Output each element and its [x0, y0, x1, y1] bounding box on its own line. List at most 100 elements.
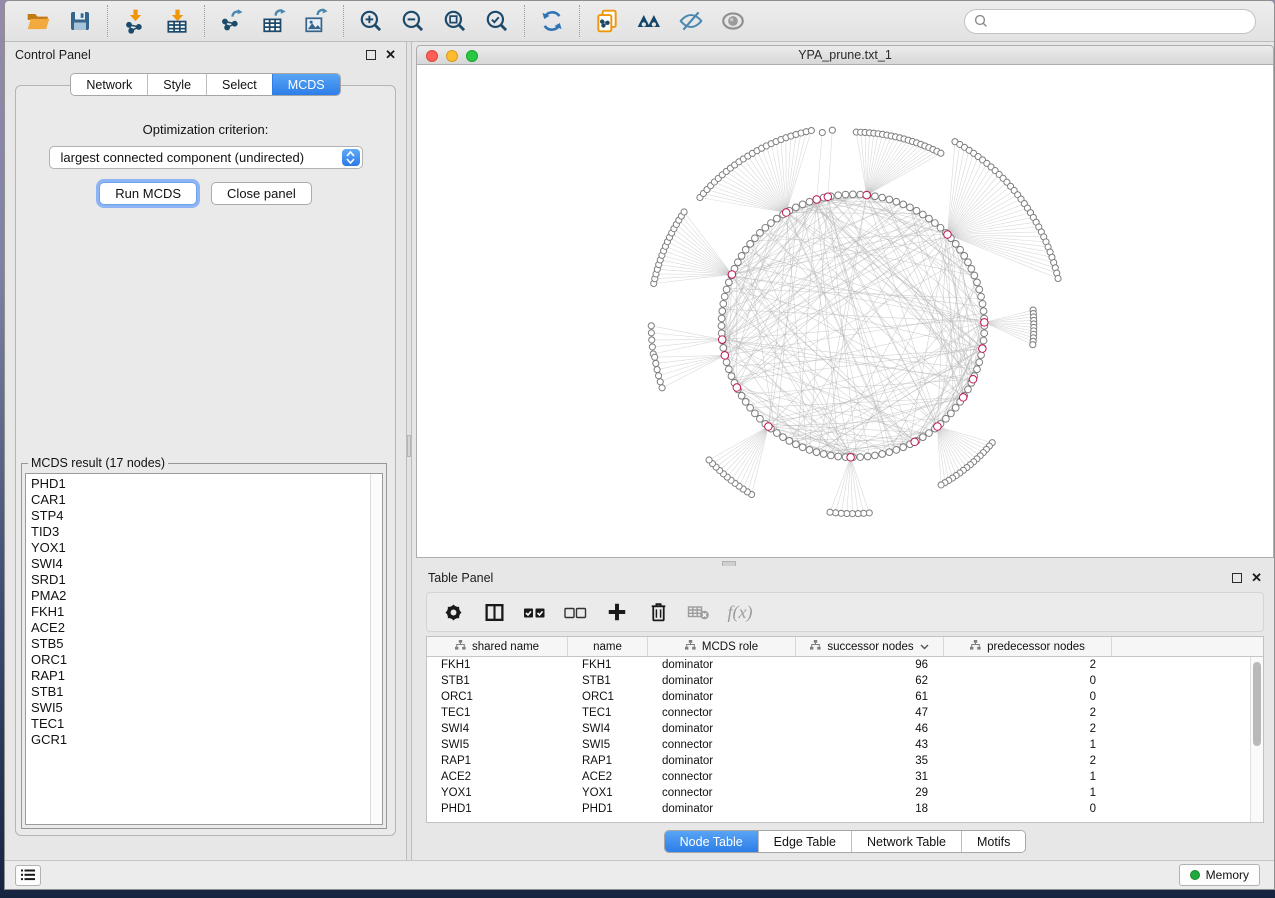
task-history-button[interactable]	[15, 865, 41, 886]
search-box[interactable]	[964, 9, 1256, 34]
cell-predecessor_nodes: 0	[944, 689, 1112, 705]
mcds-result-item[interactable]: SWI5	[31, 700, 368, 716]
show-column-icon[interactable]	[478, 597, 510, 627]
tab-node-table[interactable]: Node Table	[665, 831, 758, 852]
mcds-result-item[interactable]: TEC1	[31, 716, 368, 732]
add-column-icon[interactable]	[601, 597, 633, 627]
show-eye-icon[interactable]	[718, 6, 748, 36]
table-settings-gear-icon[interactable]	[437, 597, 469, 627]
table-row[interactable]: SWI5SWI5connector431	[427, 737, 1250, 753]
tab-motifs[interactable]: Motifs	[961, 831, 1025, 852]
main-toolbar	[5, 1, 1274, 42]
clone-network-icon[interactable]	[592, 6, 622, 36]
column-header-successor-nodes[interactable]: successor nodes	[796, 637, 944, 656]
refresh-view-icon[interactable]	[537, 6, 567, 36]
tab-select[interactable]: Select	[206, 74, 272, 95]
cell-shared_name: SWI5	[427, 737, 568, 753]
column-header-shared-name[interactable]: shared name	[427, 637, 568, 656]
table-row[interactable]: SWI4SWI4dominator462	[427, 721, 1250, 737]
mcds-scrollbar[interactable]	[370, 474, 382, 824]
export-table-icon[interactable]	[259, 6, 289, 36]
tab-network[interactable]: Network	[71, 74, 147, 95]
cell-shared_name: STB1	[427, 673, 568, 689]
mcds-result-item[interactable]: STB1	[31, 684, 368, 700]
close-panel-button[interactable]: Close panel	[211, 182, 312, 205]
import-table-icon[interactable]	[162, 6, 192, 36]
mcds-result-listbox[interactable]: PHD1CAR1STP4TID3YOX1SWI4SRD1PMA2FKH1ACE2…	[25, 473, 383, 825]
minimize-window-icon[interactable]	[446, 50, 458, 62]
mcds-result-item[interactable]: SRD1	[31, 572, 368, 588]
desktop: Control Panel ✕ Network Style Select MCD…	[0, 0, 1275, 898]
cell-mcds_role: connector	[648, 705, 796, 721]
select-all-icon[interactable]	[519, 597, 551, 627]
zoom-fit-icon[interactable]	[440, 6, 470, 36]
zoom-in-icon[interactable]	[356, 6, 386, 36]
import-network-icon[interactable]	[120, 6, 150, 36]
export-image-icon[interactable]	[301, 6, 331, 36]
close-table-panel-icon[interactable]: ✕	[1251, 573, 1262, 583]
network-window-titlebar[interactable]: YPA_prune.txt_1	[416, 45, 1274, 65]
export-network-icon[interactable]	[217, 6, 247, 36]
mcds-result-item[interactable]: ORC1	[31, 652, 368, 668]
mcds-result-item[interactable]: GCR1	[31, 732, 368, 748]
find-binoculars-icon[interactable]	[634, 6, 664, 36]
mcds-result-item[interactable]: YOX1	[31, 540, 368, 556]
mcds-result-item[interactable]: RAP1	[31, 668, 368, 684]
search-input[interactable]	[993, 14, 1246, 28]
splitter-handle[interactable]	[407, 435, 411, 457]
table-row[interactable]: ORC1ORC1dominator610	[427, 689, 1250, 705]
function-builder-icon: f(x)	[724, 597, 756, 627]
close-window-icon[interactable]	[426, 50, 438, 62]
mcds-result-item[interactable]: CAR1	[31, 492, 368, 508]
table-row[interactable]: STB1STB1dominator620	[427, 673, 1250, 689]
criterion-select[interactable]: largest connected component (undirected)	[49, 146, 363, 169]
mcds-result-item[interactable]: PHD1	[31, 476, 368, 492]
cell-name: PHD1	[568, 801, 648, 817]
list-icon	[21, 869, 35, 881]
mcds-result-item[interactable]: STP4	[31, 508, 368, 524]
sort-desc-icon[interactable]	[920, 641, 929, 653]
table-row[interactable]: PHD1PHD1dominator180	[427, 801, 1250, 817]
run-mcds-button[interactable]: Run MCDS	[99, 182, 197, 205]
table-row[interactable]: TEC1TEC1connector472	[427, 705, 1250, 721]
memory-button[interactable]: Memory	[1179, 864, 1260, 886]
cell-mcds_role: dominator	[648, 721, 796, 737]
close-panel-icon[interactable]: ✕	[385, 50, 396, 60]
mcds-result-item[interactable]: SWI4	[31, 556, 368, 572]
cell-shared_name: FKH1	[427, 657, 568, 673]
column-header-predecessor-nodes[interactable]: predecessor nodes	[944, 637, 1112, 656]
table-scrollbar[interactable]	[1250, 657, 1263, 822]
save-icon[interactable]	[65, 6, 95, 36]
zoom-selected-icon[interactable]	[482, 6, 512, 36]
table-toolbar: f(x)	[426, 592, 1264, 632]
column-header-MCDS-role[interactable]: MCDS role	[648, 637, 796, 656]
table-row[interactable]: ACE2ACE2connector311	[427, 769, 1250, 785]
table-row[interactable]: RAP1RAP1dominator352	[427, 753, 1250, 769]
zoom-out-icon[interactable]	[398, 6, 428, 36]
mcds-result-item[interactable]: TID3	[31, 524, 368, 540]
table-scrollbar-thumb[interactable]	[1253, 662, 1261, 746]
network-canvas[interactable]	[416, 65, 1274, 558]
control-panel-tabbar: Network Style Select MCDS	[5, 73, 406, 96]
hide-eye-icon[interactable]	[676, 6, 706, 36]
open-file-icon[interactable]	[23, 6, 53, 36]
mcds-result-item[interactable]: STB5	[31, 636, 368, 652]
delete-column-icon[interactable]	[642, 597, 674, 627]
tab-edge-table[interactable]: Edge Table	[758, 831, 851, 852]
table-row[interactable]: FKH1FKH1dominator962	[427, 657, 1250, 673]
deselect-all-icon[interactable]	[560, 597, 592, 627]
mcds-result-item[interactable]: PMA2	[31, 588, 368, 604]
maximize-window-icon[interactable]	[466, 50, 478, 62]
tab-mcds[interactable]: MCDS	[272, 74, 340, 95]
mcds-result-item[interactable]: ACE2	[31, 620, 368, 636]
cell-successor_nodes: 29	[796, 785, 944, 801]
table-row[interactable]: YOX1YOX1connector291	[427, 785, 1250, 801]
column-header-name[interactable]: name	[568, 637, 648, 656]
mcds-result-item[interactable]: FKH1	[31, 604, 368, 620]
cell-successor_nodes: 43	[796, 737, 944, 753]
float-table-panel-icon[interactable]	[1232, 573, 1242, 583]
tab-style[interactable]: Style	[147, 74, 206, 95]
tab-network-table[interactable]: Network Table	[851, 831, 961, 852]
float-panel-icon[interactable]	[366, 50, 376, 60]
cell-predecessor_nodes: 0	[944, 673, 1112, 689]
